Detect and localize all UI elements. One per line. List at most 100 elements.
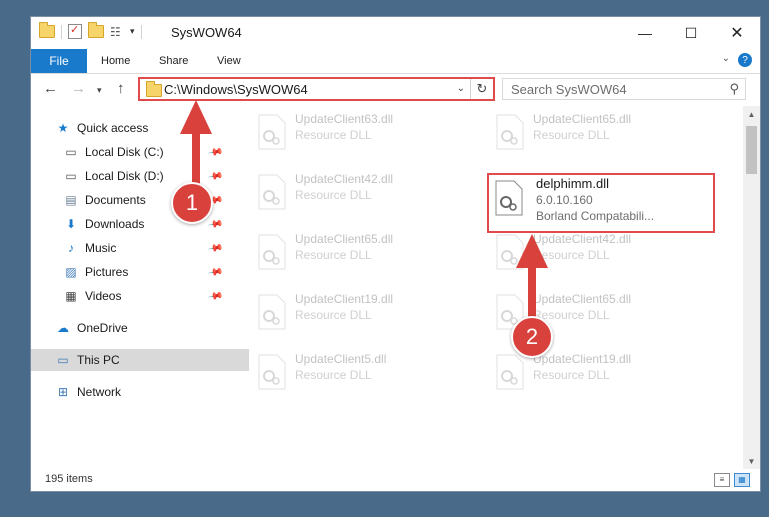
file-name: UpdateClient19.dll <box>533 352 632 366</box>
sidebar-item-this-pc[interactable]: ▭ This PC <box>31 349 249 371</box>
address-bar[interactable]: C:\Windows\SysWOW64 ⌄ ↻ <box>138 77 495 101</box>
search-box[interactable]: ⚲ <box>502 78 746 100</box>
dll-file-icon <box>258 114 286 150</box>
help-button[interactable]: ? <box>738 53 752 67</box>
sidebar-item-label: Videos <box>85 289 122 303</box>
dll-file-icon <box>496 234 524 270</box>
sidebar-item-onedrive[interactable]: ☁ OneDrive <box>31 317 249 339</box>
file-name: UpdateClient65.dll <box>533 112 632 126</box>
toolbar-separator <box>61 24 62 39</box>
tab-view[interactable]: View <box>217 49 241 73</box>
file-name: UpdateClient63.dll <box>295 112 394 126</box>
qat-dropdown-icon[interactable]: ▾ <box>130 26 135 37</box>
sidebar-item-music[interactable]: ♪ Music 📌 <box>31 237 257 259</box>
list-item[interactable]: UpdateClient63.dll Resource DLL <box>249 106 449 156</box>
file-name: UpdateClient65.dll <box>295 232 394 246</box>
tiles-view-icon[interactable]: ▦ <box>734 473 750 487</box>
file-name: UpdateClient5.dll <box>295 352 387 366</box>
file-name: UpdateClient42.dll <box>295 172 394 186</box>
expand-ribbon-icon[interactable]: ⌄ <box>722 53 730 64</box>
properties-icon[interactable] <box>68 23 82 39</box>
file-description: Resource DLL <box>295 368 372 382</box>
minimize-button[interactable]: — <box>622 17 668 49</box>
sidebar-item-label: OneDrive <box>77 321 128 335</box>
sidebar-item-local-disk-c[interactable]: ▭ Local Disk (C:) 📌 <box>31 141 257 163</box>
tab-home[interactable]: Home <box>101 49 130 73</box>
file-name: UpdateClient42.dll <box>533 232 632 246</box>
list-item[interactable]: UpdateClient65.dll Resource DLL <box>487 106 687 156</box>
sidebar-item-pictures[interactable]: ▨ Pictures 📌 <box>31 261 257 283</box>
dll-file-icon <box>258 234 286 270</box>
file-description: Resource DLL <box>533 368 610 382</box>
file-description: Resource DLL <box>533 128 610 142</box>
navigation-pane: ★ Quick access ▭ Local Disk (C:) 📌 ▭ Loc… <box>31 113 249 453</box>
sidebar-item-label: Network <box>77 385 122 399</box>
sidebar-item-network[interactable]: ⊞ Network <box>31 381 249 403</box>
new-folder-icon[interactable] <box>88 22 104 38</box>
file-description: Resource DLL <box>295 308 372 322</box>
item-count: 195 items <box>45 473 93 485</box>
list-item[interactable]: UpdateClient42.dll Resource DLL <box>249 166 449 216</box>
tab-file[interactable]: File <box>31 49 87 73</box>
search-icon[interactable]: ⚲ <box>729 81 739 97</box>
close-button[interactable]: ✕ <box>714 17 760 49</box>
sidebar-item-quick-access[interactable]: ★ Quick access <box>31 117 249 139</box>
sidebar-item-documents[interactable]: ▤ Documents 📌 <box>31 189 257 211</box>
up-button[interactable]: ↑ <box>117 80 125 97</box>
forward-button[interactable]: → <box>71 80 86 97</box>
ribbon-tabs: File Home Share View ⌄ ? <box>31 49 760 74</box>
drive-icon: ▭ <box>65 169 77 183</box>
details-view-icon[interactable]: ≡ <box>714 473 730 487</box>
list-item[interactable]: UpdateClient19.dll Resource DLL <box>487 346 687 396</box>
music-icon: ♪ <box>68 241 74 255</box>
drive-icon: ▭ <box>65 145 77 159</box>
file-name: UpdateClient65.dll <box>533 292 632 306</box>
sidebar-item-label: This PC <box>77 353 120 367</box>
address-dropdown-icon[interactable]: ⌄ <box>457 83 465 94</box>
maximize-button[interactable]: ☐ <box>668 17 714 49</box>
status-bar: 195 items ≡ ▦ <box>31 469 760 491</box>
sidebar-item-videos[interactable]: ▦ Videos 📌 <box>31 285 257 307</box>
dll-file-icon <box>258 294 286 330</box>
scroll-thumb[interactable] <box>746 126 757 174</box>
back-button[interactable]: ← <box>43 80 58 97</box>
navigation-bar: ← → ▾ ↑ C:\Windows\SysWOW64 ⌄ ↻ ⚲ <box>31 74 760 106</box>
list-item[interactable]: UpdateClient19.dll Resource DLL <box>249 286 449 336</box>
folder-icon <box>146 81 162 97</box>
scroll-down-icon[interactable]: ▼ <box>743 453 760 470</box>
download-icon: ⬇ <box>65 217 77 231</box>
sidebar-item-downloads[interactable]: ⬇ Downloads 📌 <box>31 213 257 235</box>
sidebar-item-label: Music <box>85 241 117 255</box>
quick-access-toolbar: ☷ ▾ <box>39 22 142 39</box>
file-name: UpdateClient19.dll <box>295 292 394 306</box>
list-item[interactable]: UpdateClient42.dll Resource DLL <box>487 226 687 276</box>
dll-file-icon <box>258 174 286 210</box>
customize-view-icon[interactable]: ☷ <box>110 26 124 38</box>
cloud-icon: ☁ <box>57 321 69 335</box>
address-path[interactable]: C:\Windows\SysWOW64 <box>164 82 308 97</box>
dll-file-icon <box>496 114 524 150</box>
tab-share[interactable]: Share <box>159 49 188 73</box>
vertical-scrollbar[interactable]: ▲ ▼ <box>743 106 760 470</box>
step-1-badge: 1 <box>171 182 213 224</box>
refresh-button[interactable]: ↻ <box>470 79 493 99</box>
documents-icon: ▤ <box>65 193 77 207</box>
folder-icon <box>39 22 55 38</box>
explorer-window: ☷ ▾ SysWOW64 — ☐ ✕ File Home Share View … <box>30 16 761 492</box>
search-input[interactable] <box>511 81 711 97</box>
sidebar-item-local-disk-d[interactable]: ▭ Local Disk (D:) 📌 <box>31 165 257 187</box>
file-description: Resource DLL <box>295 128 372 142</box>
sidebar-item-label: Documents <box>85 193 146 207</box>
window-title: SysWOW64 <box>171 25 242 40</box>
dll-file-icon <box>496 354 524 390</box>
pin-icon: 📌 <box>206 143 224 161</box>
list-item[interactable]: UpdateClient65.dll Resource DLL <box>249 226 449 276</box>
toolbar-separator <box>140 24 142 39</box>
title-bar: ☷ ▾ SysWOW64 — ☐ ✕ <box>31 17 760 49</box>
recent-locations-button[interactable]: ▾ <box>97 85 102 96</box>
network-icon: ⊞ <box>57 385 69 399</box>
dll-file-icon <box>258 354 286 390</box>
videos-icon: ▦ <box>65 289 77 303</box>
list-item[interactable]: UpdateClient5.dll Resource DLL <box>249 346 449 396</box>
scroll-up-icon[interactable]: ▲ <box>743 106 760 123</box>
